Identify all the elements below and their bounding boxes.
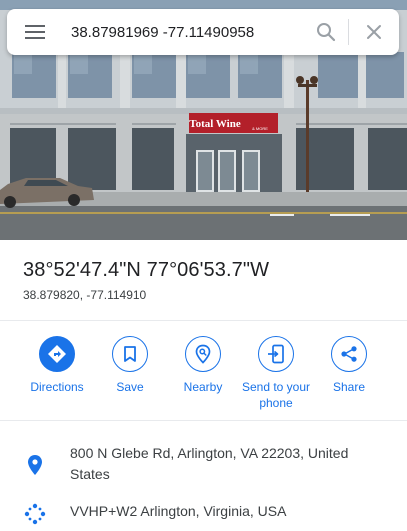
plus-code-icon	[24, 503, 46, 525]
address-row[interactable]: 800 N Glebe Rd, Arlington, VA 22203, Uni…	[0, 443, 407, 485]
send-to-phone-icon	[268, 344, 284, 364]
magnifier-icon	[317, 23, 336, 42]
share-icon	[341, 346, 357, 362]
directions-label: Directions	[30, 380, 84, 394]
share-button[interactable]: Share	[304, 336, 394, 395]
hamburger-menu-icon	[25, 25, 45, 39]
save-label: Save	[116, 380, 144, 394]
share-label: Share	[332, 380, 366, 394]
place-header: 38°52'47.4"N 77°06'53.7"W 38.879820, -77…	[23, 256, 269, 303]
divider	[0, 420, 407, 421]
location-pin-icon	[28, 455, 42, 475]
search-button[interactable]	[304, 9, 348, 55]
search-input[interactable]	[63, 9, 304, 55]
storefront-sign-subtext: & MORE	[252, 126, 268, 131]
menu-button[interactable]	[7, 9, 63, 55]
nearby-pin-icon	[195, 344, 211, 364]
bookmark-icon	[124, 346, 136, 362]
directions-arrow-icon	[48, 345, 66, 363]
close-x-icon	[367, 25, 381, 39]
divider	[0, 320, 407, 321]
storefront-sign-text: Total Wine	[189, 118, 241, 130]
close-button[interactable]	[349, 9, 399, 55]
decimal-coordinates: 38.879820, -77.114910	[23, 288, 147, 302]
nearby-label: Nearby	[183, 380, 223, 394]
search-box	[7, 9, 399, 55]
page-title: 38°52'47.4"N 77°06'53.7"W	[23, 259, 270, 281]
address-text: 800 N Glebe Rd, Arlington, VA 22203, Uni…	[70, 445, 349, 482]
plus-code-row[interactable]: VVHP+W2 Arlington, Virginia, USA	[0, 501, 407, 525]
plus-code-text: VVHP+W2 Arlington, Virginia, USA	[70, 503, 287, 519]
